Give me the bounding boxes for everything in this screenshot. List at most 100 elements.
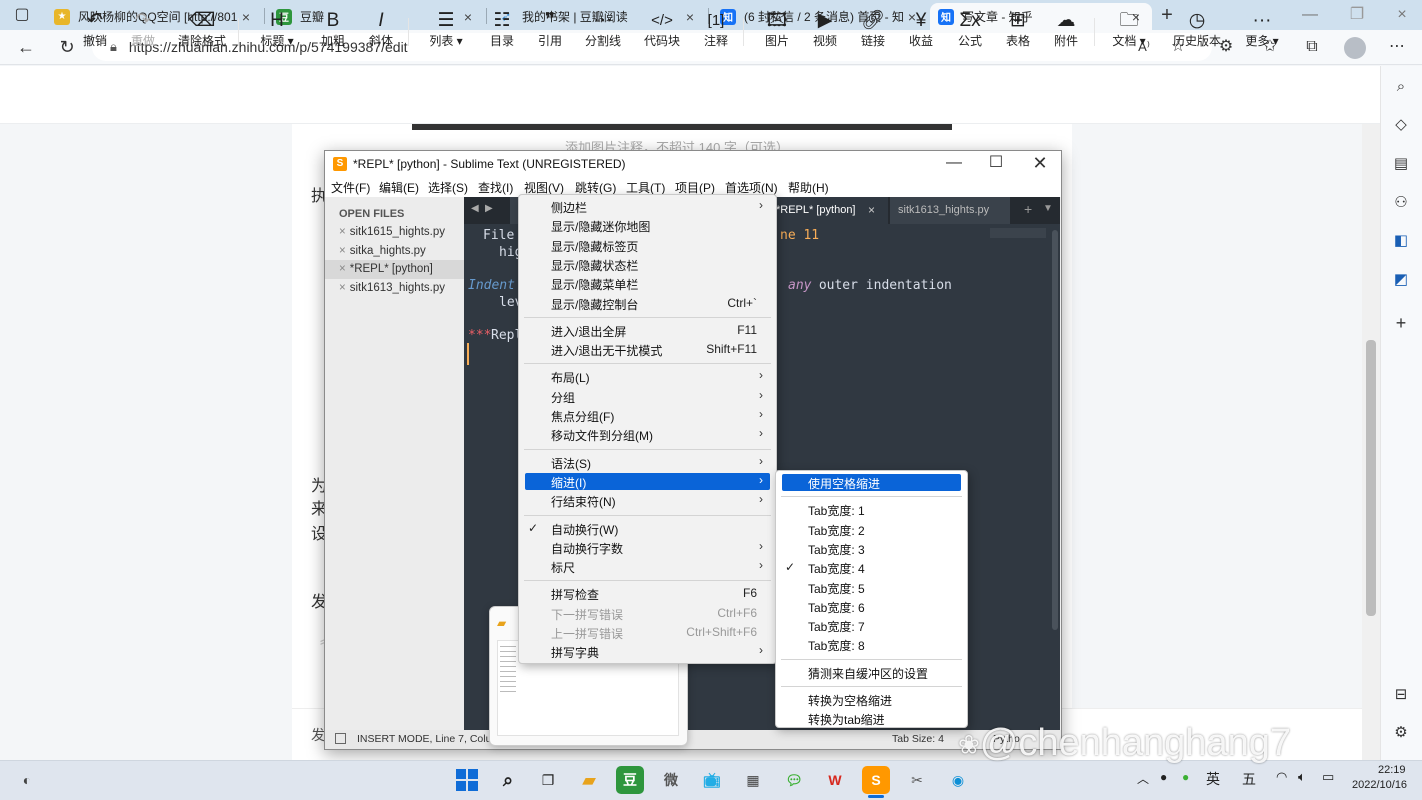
minimize-icon[interactable]: — xyxy=(1298,3,1322,27)
widgets-icon[interactable]: ◐ xyxy=(13,766,41,794)
menu-item[interactable]: 分组 xyxy=(551,389,575,406)
quote-button[interactable]: ❞ 引用 xyxy=(525,8,575,48)
sublime-taskbar-icon[interactable]: S xyxy=(862,766,890,794)
wechat-icon[interactable]: 💬︎ xyxy=(780,766,808,794)
comment-button[interactable]: [1] 注释 xyxy=(691,8,741,48)
tab-scroll-left-icon[interactable]: ◀ xyxy=(471,203,479,214)
publish-label[interactable]: 发 xyxy=(311,725,325,745)
outlook-icon[interactable]: ◩ xyxy=(1390,269,1412,291)
code-block-button[interactable]: </> 代码块 xyxy=(637,8,687,48)
edge-browser-icon[interactable]: ◉ xyxy=(944,766,972,794)
menu-selection[interactable]: 选择(S) xyxy=(428,179,468,196)
menu-item[interactable]: 语法(S) xyxy=(551,455,591,472)
calculator-icon[interactable]: ▦ xyxy=(739,766,767,794)
sublime-minimize-icon[interactable]: — xyxy=(942,151,966,175)
menu-item[interactable]: 显示/隐藏菜单栏 xyxy=(551,276,638,293)
volume-icon[interactable]: 🔈︎ xyxy=(1298,769,1306,785)
briefcase-icon[interactable]: ▤ xyxy=(1390,153,1412,175)
clear-format-button[interactable]: ⌫ 清除格式 xyxy=(172,8,232,48)
close-icon[interactable]: × xyxy=(339,263,346,275)
open-file-item[interactable]: × sitk1613_hights.py xyxy=(339,282,445,294)
attachment-button[interactable]: ☁ 附件 xyxy=(1041,8,1091,48)
back-arrow-icon[interactable]: ← xyxy=(14,35,38,59)
search-icon[interactable]: ⌕ xyxy=(1390,76,1412,98)
wps-icon[interactable]: W xyxy=(821,766,849,794)
tray-app-icon[interactable]: ● xyxy=(1182,770,1189,784)
bilibili-icon[interactable]: 📺︎ xyxy=(698,766,726,794)
battery-icon[interactable]: ▭ xyxy=(1322,769,1334,785)
menu-item[interactable]: 侧边栏 xyxy=(551,199,587,216)
panel-toggle-icon[interactable] xyxy=(335,733,346,744)
menu-file[interactable]: 文件(F) xyxy=(331,179,370,196)
new-tab-plus-icon[interactable]: + xyxy=(1024,201,1032,217)
wifi-icon[interactable]: ◠ xyxy=(1276,769,1287,785)
collections-icon[interactable]: ⧉ xyxy=(1300,35,1324,59)
tab-scroll-right-icon[interactable]: ▶ xyxy=(485,203,493,214)
menu-item[interactable]: 拼写检查 xyxy=(551,586,599,603)
clock-time[interactable]: 22:19 xyxy=(1378,764,1406,776)
video-button[interactable]: ▶ 视频 xyxy=(800,8,850,48)
sublime-maximize-icon[interactable]: ☐ xyxy=(984,151,1008,175)
file-explorer-icon[interactable]: ▰ xyxy=(575,766,603,794)
start-windows-icon[interactable] xyxy=(453,766,481,794)
settings-gear-icon[interactable]: ⚙ xyxy=(1390,722,1412,744)
menu-item[interactable]: 自动换行字数 xyxy=(551,540,623,557)
document-button[interactable]: 🗀 文档 ▾ xyxy=(1103,8,1155,48)
menu-item[interactable]: 布局(L) xyxy=(551,369,590,386)
history-button[interactable]: ◷ 历史版本 xyxy=(1168,8,1226,48)
link-button[interactable]: 🔗︎ 链接 xyxy=(848,8,898,48)
bold-button[interactable]: B 加粗 xyxy=(308,8,358,48)
menu-item[interactable]: Tab宽度: 5 xyxy=(808,580,865,597)
income-button[interactable]: ¥ 收益 xyxy=(896,8,946,48)
minimap[interactable] xyxy=(990,228,1046,238)
table-button[interactable]: ⊞ 表格 xyxy=(993,8,1043,48)
menu-item[interactable]: 转换为tab缩进 xyxy=(808,711,885,728)
sublime-close-icon[interactable]: ✕ xyxy=(1028,151,1052,175)
more-menu-icon[interactable]: ⋯ xyxy=(1385,35,1409,59)
menu-item[interactable]: 显示/隐藏迷你地图 xyxy=(551,218,650,235)
open-file-item[interactable]: × sitka_hights.py xyxy=(339,245,426,257)
douban-app-icon[interactable]: 豆 xyxy=(616,766,644,794)
close-window-icon[interactable]: × xyxy=(1390,3,1414,27)
chevron-up-icon[interactable]: ︿ xyxy=(1137,770,1149,787)
snipping-tool-icon[interactable]: ✂ xyxy=(903,766,931,794)
menu-item[interactable]: 进入/退出全屏 xyxy=(551,323,626,340)
profile-avatar[interactable] xyxy=(1344,37,1366,59)
menu-item[interactable]: 使用空格缩进 xyxy=(808,475,880,492)
menu-edit[interactable]: 编辑(E) xyxy=(379,179,419,196)
undo-button[interactable]: ↶ 撤销 xyxy=(70,8,120,48)
close-icon[interactable]: × xyxy=(339,226,346,238)
italic-button[interactable]: I 斜体 xyxy=(356,8,406,48)
office-icon[interactable]: ◧ xyxy=(1390,230,1412,252)
tab-actions-icon[interactable]: ▢ xyxy=(10,3,34,27)
search-icon[interactable]: ⌕ xyxy=(494,766,522,794)
open-file-item[interactable]: × sitk1615_hights.py xyxy=(339,226,445,238)
menu-item[interactable]: 下一拼写错误 xyxy=(551,606,623,623)
menu-item[interactable]: Tab宽度: 2 xyxy=(808,522,865,539)
heading-button[interactable]: H 标题 ▾ xyxy=(252,8,302,48)
image-button[interactable]: 🖾 图片 xyxy=(752,8,802,48)
menu-item[interactable]: 拼写字典 xyxy=(551,644,599,661)
menu-item[interactable]: Tab宽度: 4 xyxy=(808,560,865,577)
people-icon[interactable]: ⚇ xyxy=(1390,192,1412,214)
menu-item[interactable]: Tab宽度: 3 xyxy=(808,541,865,558)
menu-item[interactable]: 缩进(I) xyxy=(551,474,586,491)
clock-date[interactable]: 2022/10/16 xyxy=(1352,779,1407,791)
menu-item[interactable]: 标尺 xyxy=(551,559,575,576)
menu-item[interactable]: 显示/隐藏控制台 xyxy=(551,296,638,313)
menu-item[interactable]: 显示/隐藏状态栏 xyxy=(551,257,638,274)
sidebar-toggle-icon[interactable]: ⊟ xyxy=(1390,684,1412,706)
app-icon[interactable]: 微 xyxy=(657,766,685,794)
menu-item[interactable]: Tab宽度: 1 xyxy=(808,502,865,519)
editor-scrollbar[interactable] xyxy=(1052,230,1058,630)
formula-button[interactable]: Σx 公式 xyxy=(945,8,995,48)
open-file-item-active[interactable]: × *REPL* [python] xyxy=(339,263,433,275)
more-button[interactable]: ··· 更多 ▾ xyxy=(1236,8,1288,48)
page-scrollbar-thumb[interactable] xyxy=(1366,340,1376,616)
add-plus-icon[interactable]: + xyxy=(1390,312,1412,334)
menu-help[interactable]: 帮助(H) xyxy=(788,179,829,196)
divider-button[interactable]: ⋯ 分割线 xyxy=(578,8,628,48)
menu-item[interactable]: 显示/隐藏标签页 xyxy=(551,238,638,255)
tag-icon[interactable]: ◇ xyxy=(1390,114,1412,136)
menu-find[interactable]: 查找(I) xyxy=(478,179,513,196)
